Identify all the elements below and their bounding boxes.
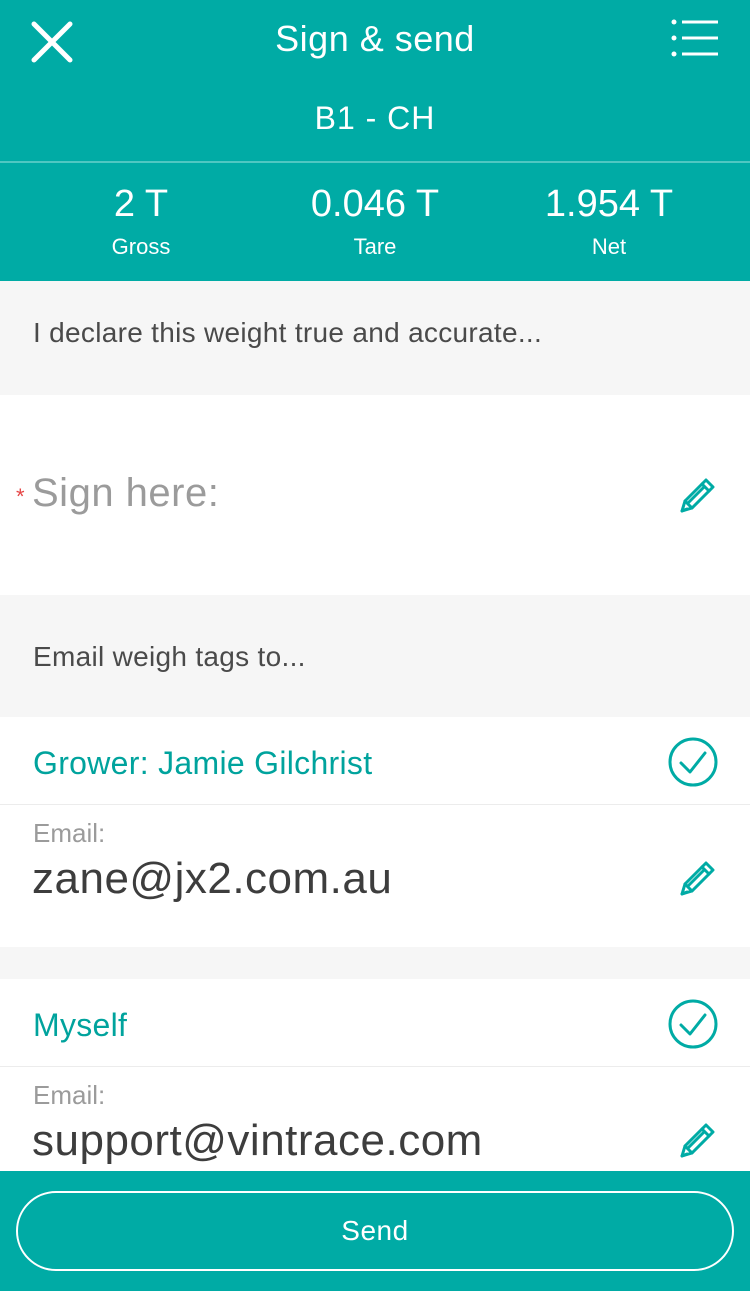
signature-field[interactable]: * Sign here:: [0, 395, 750, 595]
stat-tare: 0.046 T Tare: [250, 182, 500, 262]
email-value: support@vintrace.com: [32, 1116, 483, 1165]
page-title: Sign & send: [275, 18, 475, 59]
pencil-icon[interactable]: [676, 473, 720, 517]
stat-gross-value: 2 T: [113, 183, 169, 225]
required-marker: *: [16, 484, 25, 509]
stat-gross-label: Gross: [111, 234, 171, 259]
email-field-grower[interactable]: Email: zane@jx2.com.au: [0, 806, 750, 947]
declaration-text: I declare this weight true and accurate.…: [33, 317, 543, 348]
stat-net: 1.954 T Net: [484, 182, 734, 262]
header-divider: [0, 161, 750, 163]
check-circle-icon[interactable]: [667, 736, 719, 788]
stat-net-label: Net: [591, 234, 627, 259]
signature-placeholder: Sign here:: [32, 471, 220, 515]
stat-tare-value: 0.046 T: [310, 183, 440, 225]
email-value: zane@jx2.com.au: [32, 854, 393, 903]
email-label: Email:: [33, 1080, 106, 1110]
menu-list-icon[interactable]: [670, 18, 720, 62]
app-header: Sign & send B1 - CH 2 T Gross 0.046 T Ta…: [0, 0, 750, 281]
pencil-icon[interactable]: [676, 1118, 720, 1162]
email-heading-band: Email weigh tags to...: [0, 595, 750, 717]
email-heading: Email weigh tags to...: [33, 641, 306, 672]
block-subtitle: B1 - CH: [314, 100, 436, 136]
recipient-label: Myself: [33, 1007, 128, 1043]
email-label: Email:: [33, 818, 106, 848]
stat-gross: 2 T Gross: [16, 182, 266, 262]
recipient-row-grower[interactable]: Grower: Jamie Gilchrist: [0, 717, 750, 805]
stat-net-value: 1.954 T: [544, 183, 674, 225]
check-circle-icon[interactable]: [667, 998, 719, 1050]
section-spacer: [0, 947, 750, 979]
recipient-row-myself[interactable]: Myself: [0, 979, 750, 1067]
recipient-label: Grower: Jamie Gilchrist: [33, 745, 373, 781]
pencil-icon[interactable]: [676, 856, 720, 900]
declaration-band: I declare this weight true and accurate.…: [0, 281, 750, 395]
stat-tare-label: Tare: [353, 234, 397, 259]
email-field-myself[interactable]: Email: support@vintrace.com: [0, 1068, 750, 1171]
footer-bar: Send: [0, 1171, 750, 1291]
send-button[interactable]: Send: [16, 1191, 734, 1271]
